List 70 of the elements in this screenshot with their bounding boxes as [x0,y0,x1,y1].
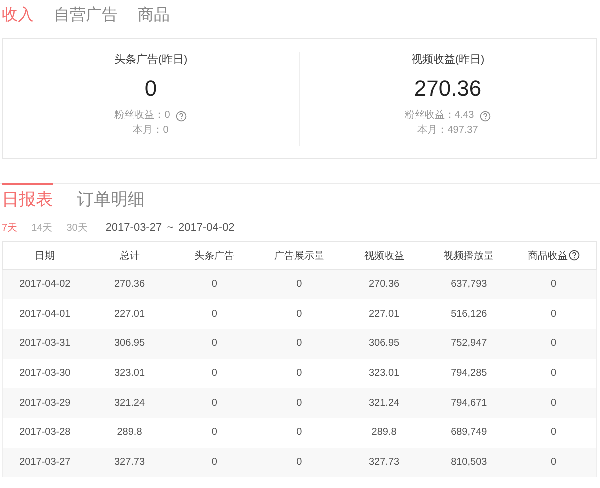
tab[interactable]: 商品 [138,4,170,34]
table-cell: 752,947 [426,328,512,359]
start-date[interactable]: 2017-03-27 [106,222,162,234]
fans-income: 粉丝收益：0 [114,108,170,123]
table-cell: 810,503 [426,448,512,478]
column-header: 视频播放量 [444,250,494,262]
month-income: 本月：0 [133,124,169,138]
table-cell: 2017-03-31 [2,328,88,359]
fans-income: 粉丝收益：4.43 [404,108,474,123]
table-cell: 0 [257,328,342,359]
tab[interactable]: 收入 [2,4,34,34]
table-cell: 794,671 [426,388,512,418]
table-cell: 227.01 [342,299,427,329]
table-cell: 323.01 [342,358,427,388]
column-header: 总计 [120,250,140,262]
table-cell: 0 [172,299,258,329]
help-icon[interactable] [568,250,580,260]
table-cell: 637,793 [426,270,512,300]
table-cell: 0 [512,388,596,418]
table-cell: 0 [257,418,342,448]
column-header: 视频收益 [364,250,404,262]
table-cell: 289.8 [87,418,172,448]
table-cell: 270.36 [87,270,172,300]
table-cell: 0 [257,270,342,300]
tab[interactable]: 订单明细 [77,188,145,216]
column-header: 商品收益 [528,250,568,262]
range-option[interactable]: 14天 [32,221,53,235]
table-cell: 2017-03-29 [2,388,88,418]
table-cell: 270.36 [342,270,427,300]
table-cell: 0 [257,358,342,388]
stat-value: 0 [144,75,158,103]
tab[interactable]: 日报表 [2,183,53,212]
table-cell: 689,749 [426,418,512,448]
table-cell: 516,126 [426,299,512,329]
table-cell: 0 [172,328,258,359]
month-income: 本月：497.37 [418,124,478,138]
table-cell: 2017-04-02 [2,270,88,300]
table-cell: 0 [512,328,596,359]
tab[interactable]: 自营广告 [54,4,118,34]
table-cell: 0 [257,388,342,418]
table-cell: 794,285 [426,358,512,388]
table-cell: 306.95 [87,328,172,359]
date-separator: ~ [167,222,174,234]
range-option[interactable]: 30天 [66,221,88,235]
table-cell: 227.01 [87,299,172,329]
table-cell: 323.01 [87,358,172,388]
column-header: 广告展示量 [274,250,324,262]
range-option[interactable]: 7天 [2,221,18,235]
table-cell: 0 [512,448,596,478]
table-cell: 2017-03-27 [2,448,88,478]
table-cell: 327.73 [342,448,427,478]
end-date[interactable]: 2017-04-02 [178,222,235,234]
table-cell: 0 [172,418,258,448]
column-header: 日期 [35,250,56,262]
table-cell: 0 [172,388,258,418]
table-cell: 0 [512,270,596,300]
table-cell: 289.8 [342,418,427,448]
stat-title: 视频收益(昨日) [411,53,485,68]
table-cell: 0 [257,299,342,329]
column-header: 头条广告 [194,250,235,262]
table-cell: 0 [257,448,342,478]
stat-title: 头条广告(昨日) [114,52,188,68]
table-cell: 0 [172,358,258,388]
table-cell: 0 [172,270,258,300]
table-cell: 0 [172,448,258,478]
table-cell: 306.95 [342,328,427,359]
table-cell: 327.73 [87,448,172,478]
stat-value: 270.36 [414,75,482,103]
table-cell: 321.24 [87,388,172,418]
table-cell: 321.24 [342,388,427,418]
